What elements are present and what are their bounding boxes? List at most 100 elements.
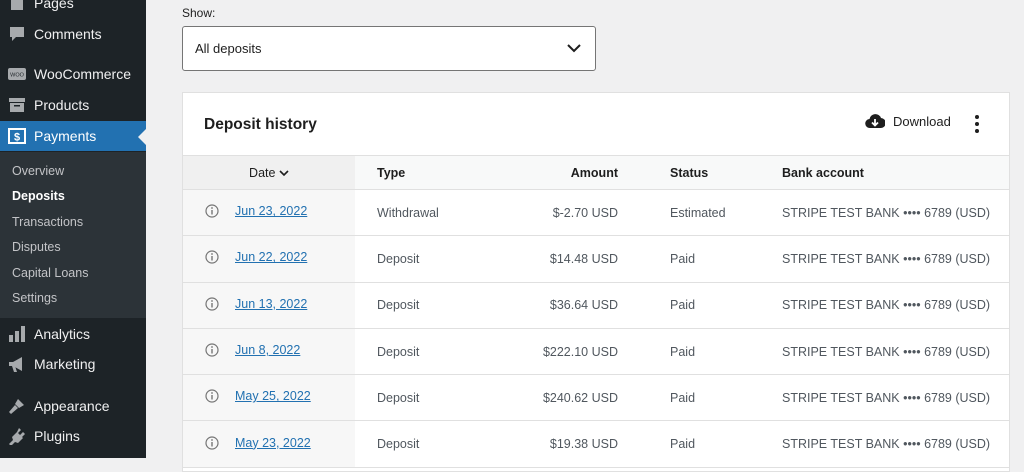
- info-icon[interactable]: [205, 204, 219, 218]
- status-cell: Paid: [628, 282, 740, 329]
- bank-account-cell: STRIPE TEST BANK •••• 6789 (USD): [740, 420, 1009, 468]
- deposit-filter-select[interactable]: All deposits: [182, 26, 596, 71]
- cloud-download-icon: [865, 114, 885, 129]
- date-cell: May 25, 2022: [183, 374, 355, 422]
- amount-cell: $222.10 USD: [505, 328, 628, 376]
- sidebar-item-label: Comments: [34, 26, 102, 42]
- info-icon[interactable]: [205, 343, 219, 357]
- sidebar-item-label: Products: [34, 97, 90, 113]
- deposit-date-link[interactable]: Jun 23, 2022: [235, 204, 307, 218]
- amount-cell: $19.38 USD: [505, 420, 628, 468]
- type-cell: Deposit: [355, 420, 505, 468]
- payments-icon: $: [8, 127, 26, 145]
- sidebar-item-label: Payments: [34, 128, 97, 144]
- sidebar-item-products[interactable]: Products: [0, 90, 146, 120]
- table-row: Jun 23, 2022 Withdrawal $-2.70 USD Estimate…: [183, 189, 1009, 237]
- comments-icon: [8, 25, 26, 43]
- sidebar-item-label: Appearance: [34, 398, 110, 414]
- woocommerce-icon: WOO: [8, 65, 26, 83]
- status-cell: Paid: [628, 374, 740, 422]
- plugins-icon: [8, 427, 26, 445]
- appearance-icon: [8, 397, 26, 415]
- table-row: May 23, 2022 Deposit $19.38 USD Paid STRIPE …: [183, 420, 1009, 468]
- deposit-history-card: Deposit history Download Date Type Amoun…: [182, 92, 1010, 472]
- type-cell: Deposit: [355, 374, 505, 422]
- more-options-icon[interactable]: [969, 113, 985, 135]
- submenu-item-deposits[interactable]: Deposits: [12, 189, 65, 203]
- sidebar-item-label: Plugins: [34, 428, 80, 444]
- amount-cell: $14.48 USD: [505, 235, 628, 283]
- sidebar-item-woocommerce[interactable]: WOO WooCommerce: [0, 59, 146, 89]
- filter-value: All deposits: [195, 41, 262, 56]
- submenu-item-transactions[interactable]: Transactions: [12, 215, 83, 229]
- type-cell: Deposit: [355, 235, 505, 283]
- deposit-date-link[interactable]: Jun 8, 2022: [235, 343, 300, 357]
- date-cell: Jun 23, 2022: [183, 189, 355, 237]
- info-icon[interactable]: [205, 250, 219, 265]
- info-icon[interactable]: [205, 297, 219, 311]
- submenu-item-capital-loans[interactable]: Capital Loans: [12, 266, 88, 280]
- column-header-bank-account[interactable]: Bank account: [740, 155, 1009, 190]
- submenu-item-overview[interactable]: Overview: [12, 164, 64, 178]
- sidebar-item-label: Marketing: [34, 356, 96, 372]
- info-icon[interactable]: [205, 389, 219, 403]
- products-icon: [8, 96, 26, 114]
- sidebar-item-payments[interactable]: $ Payments: [0, 121, 146, 151]
- date-cell: Jun 8, 2022: [183, 328, 355, 376]
- bank-account-cell: STRIPE TEST BANK •••• 6789 (USD): [740, 189, 1009, 237]
- status-cell: Paid: [628, 420, 740, 468]
- column-header-status[interactable]: Status: [628, 155, 740, 190]
- bank-account-cell: STRIPE TEST BANK •••• 6789 (USD): [740, 282, 1009, 329]
- sidebar-item-label: Analytics: [34, 326, 91, 342]
- svg-text:WOO: WOO: [10, 73, 24, 79]
- column-header-type[interactable]: Type: [355, 155, 505, 190]
- deposit-date-link[interactable]: Jun 22, 2022: [235, 250, 307, 264]
- status-cell: Paid: [628, 328, 740, 376]
- download-button[interactable]: Download: [865, 113, 951, 129]
- analytics-icon: [8, 325, 26, 343]
- bank-account-cell: STRIPE TEST BANK •••• 6789 (USD): [740, 374, 1009, 422]
- table-row: Jun 13, 2022 Deposit $36.64 USD Paid STRIPE …: [183, 282, 1009, 329]
- column-header-date[interactable]: Date: [183, 155, 355, 190]
- sidebar-item-plugins[interactable]: Plugins: [0, 421, 146, 451]
- submenu-item-settings[interactable]: Settings: [12, 291, 57, 305]
- admin-sidebar: Pages Comments WOO WooCommerce Products $ Paym…: [0, 0, 146, 458]
- deposit-date-link[interactable]: May 23, 2022: [235, 436, 311, 450]
- sidebar-item-marketing[interactable]: Marketing: [0, 349, 146, 379]
- submenu-item-disputes[interactable]: Disputes: [12, 240, 61, 254]
- table-row: May 25, 2022 Deposit $240.62 USD Paid STRIPE…: [183, 374, 1009, 422]
- amount-cell: $240.62 USD: [505, 374, 628, 422]
- sidebar-item-pages[interactable]: Pages: [0, 0, 146, 18]
- svg-text:$: $: [14, 132, 20, 144]
- card-title: Deposit history: [204, 116, 317, 133]
- deposit-date-link[interactable]: May 25, 2022: [235, 389, 311, 403]
- column-header-amount[interactable]: Amount: [505, 155, 628, 190]
- chevron-down-icon: [567, 44, 581, 53]
- sort-chevron-icon: [279, 169, 289, 176]
- sidebar-item-label: Pages: [34, 0, 74, 11]
- info-icon[interactable]: [205, 436, 219, 450]
- table-row: Jun 8, 2022 Deposit $222.10 USD Paid STRIPE …: [183, 328, 1009, 376]
- date-cell: Jun 22, 2022: [183, 235, 355, 283]
- status-cell: Paid: [628, 235, 740, 283]
- deposits-table: Date Type Amount Status Bank account Jun…: [183, 155, 1009, 468]
- amount-cell: $36.64 USD: [505, 282, 628, 329]
- date-cell: May 23, 2022: [183, 420, 355, 468]
- bank-account-cell: STRIPE TEST BANK •••• 6789 (USD): [740, 235, 1009, 283]
- sidebar-item-analytics[interactable]: Analytics: [0, 319, 146, 349]
- show-label: Show:: [182, 6, 216, 20]
- payments-submenu: Overview Deposits Transactions Disputes Capi…: [0, 152, 146, 318]
- download-label: Download: [893, 113, 951, 129]
- sidebar-item-appearance[interactable]: Appearance: [0, 391, 146, 421]
- pages-icon: [8, 0, 26, 12]
- date-cell: Jun 13, 2022: [183, 282, 355, 329]
- type-cell: Withdrawal: [355, 189, 505, 237]
- sidebar-item-comments[interactable]: Comments: [0, 19, 146, 49]
- sidebar-item-label: WooCommerce: [34, 66, 131, 82]
- table-row: Jun 22, 2022 Deposit $14.48 USD Paid STRIPE …: [183, 235, 1009, 283]
- status-cell: Estimated: [628, 189, 740, 237]
- deposit-date-link[interactable]: Jun 13, 2022: [235, 297, 307, 311]
- type-cell: Deposit: [355, 282, 505, 329]
- amount-cell: $-2.70 USD: [505, 189, 628, 237]
- bank-account-cell: STRIPE TEST BANK •••• 6789 (USD): [740, 328, 1009, 376]
